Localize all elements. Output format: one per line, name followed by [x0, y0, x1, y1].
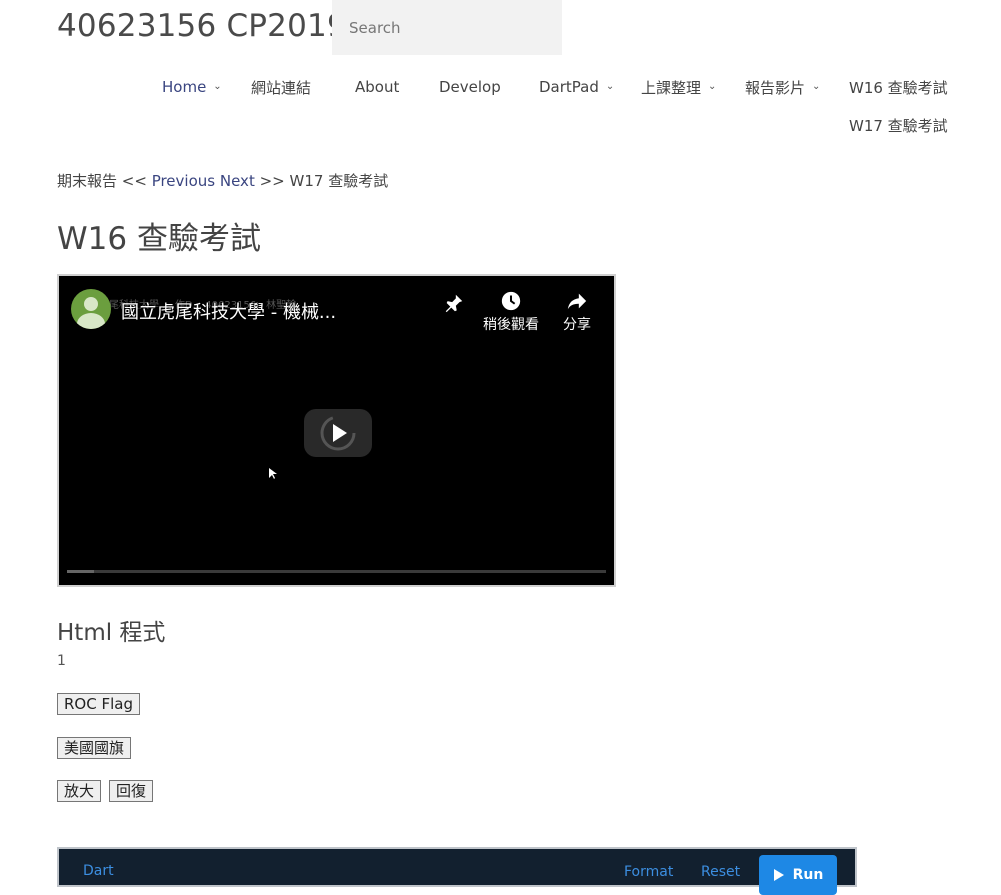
- watch-later-button[interactable]: 稍後觀看: [480, 290, 542, 334]
- nav-item-label: 報告影片: [745, 78, 806, 97]
- breadcrumb: 期末報告 << Previous Next >> W17 查驗考試: [57, 170, 388, 191]
- next-link[interactable]: Next: [220, 172, 255, 190]
- nav-item-home[interactable]: Home ⌄: [162, 76, 222, 98]
- breadcrumb-prefix: 期末報告 <<: [57, 172, 147, 190]
- zoom-in-button[interactable]: 放大: [57, 780, 102, 802]
- main-nav: Home ⌄ 網站連結 About Develop DartPad ⌄ 上課整理…: [0, 76, 1001, 146]
- chevron-down-icon: ⌄: [708, 80, 717, 92]
- nav-item-links[interactable]: 網站連結: [251, 76, 311, 98]
- channel-avatar[interactable]: [71, 289, 111, 329]
- video-progress-fill: [67, 570, 94, 573]
- reset-button[interactable]: Reset: [701, 864, 740, 880]
- nav-item-label: Home: [162, 78, 207, 96]
- nav-item-label: W17 查驗考試: [849, 116, 948, 135]
- watch-later-label: 稍後觀看: [483, 317, 539, 333]
- nav-item-label: Develop: [439, 78, 501, 96]
- roc-flag-button[interactable]: ROC Flag: [57, 693, 140, 715]
- site-title[interactable]: 40623156 CP2019: [57, 8, 347, 44]
- nav-item-report-videos[interactable]: 報告影片 ⌄: [745, 76, 820, 98]
- nav-item-label: 上課整理: [641, 78, 702, 97]
- nav-item-w17[interactable]: W17 查驗考試: [849, 114, 948, 136]
- youtube-video-embed[interactable]: 虎尾科技大學 ... 作D... 40623156 - 林聖翰 國立虎尾科技大學…: [57, 274, 616, 587]
- breadcrumb-suffix: >> W17 查驗考試: [259, 172, 389, 190]
- nav-item-label: W16 查驗考試: [849, 78, 948, 97]
- restore-button[interactable]: 回復: [109, 780, 154, 802]
- video-progress-bar[interactable]: [67, 570, 606, 573]
- nav-item-label: About: [355, 78, 400, 96]
- chevron-down-icon: ⌄: [812, 80, 821, 92]
- share-icon: [567, 293, 587, 310]
- search-input[interactable]: [332, 0, 562, 55]
- run-button[interactable]: Run: [759, 855, 837, 895]
- nav-item-class-notes[interactable]: 上課整理 ⌄: [641, 76, 716, 98]
- nav-item-about[interactable]: About: [355, 76, 399, 98]
- video-title[interactable]: 國立虎尾科技大學 - 機械...: [121, 298, 336, 324]
- play-icon: [320, 415, 356, 451]
- run-icon: [773, 869, 784, 881]
- chevron-down-icon: ⌄: [213, 80, 222, 92]
- share-label: 分享: [563, 317, 591, 333]
- share-button[interactable]: 分享: [555, 290, 599, 334]
- nav-item-label: 網站連結: [251, 78, 312, 97]
- nav-item-develop[interactable]: Develop: [439, 76, 501, 98]
- dartpad-embed: Dart Format Reset Run: [57, 847, 857, 895]
- section-title: Html 程式: [57, 620, 166, 646]
- us-flag-button[interactable]: 美國國旗: [57, 737, 132, 759]
- format-button[interactable]: Format: [624, 864, 673, 880]
- counter-value: 1: [57, 653, 66, 669]
- pin-icon[interactable]: [443, 292, 465, 316]
- mouse-cursor-icon: [269, 465, 277, 484]
- clock-icon: [501, 291, 521, 311]
- previous-link[interactable]: Previous: [152, 172, 215, 190]
- nav-item-dartpad[interactable]: DartPad ⌄: [539, 76, 614, 98]
- chevron-down-icon: ⌄: [605, 80, 615, 92]
- nav-item-w16[interactable]: W16 查驗考試: [849, 76, 948, 98]
- page-title: W16 查驗考試: [57, 221, 261, 257]
- nav-item-label: DartPad: [539, 78, 599, 96]
- play-button[interactable]: [304, 409, 372, 457]
- run-label: Run: [792, 867, 824, 883]
